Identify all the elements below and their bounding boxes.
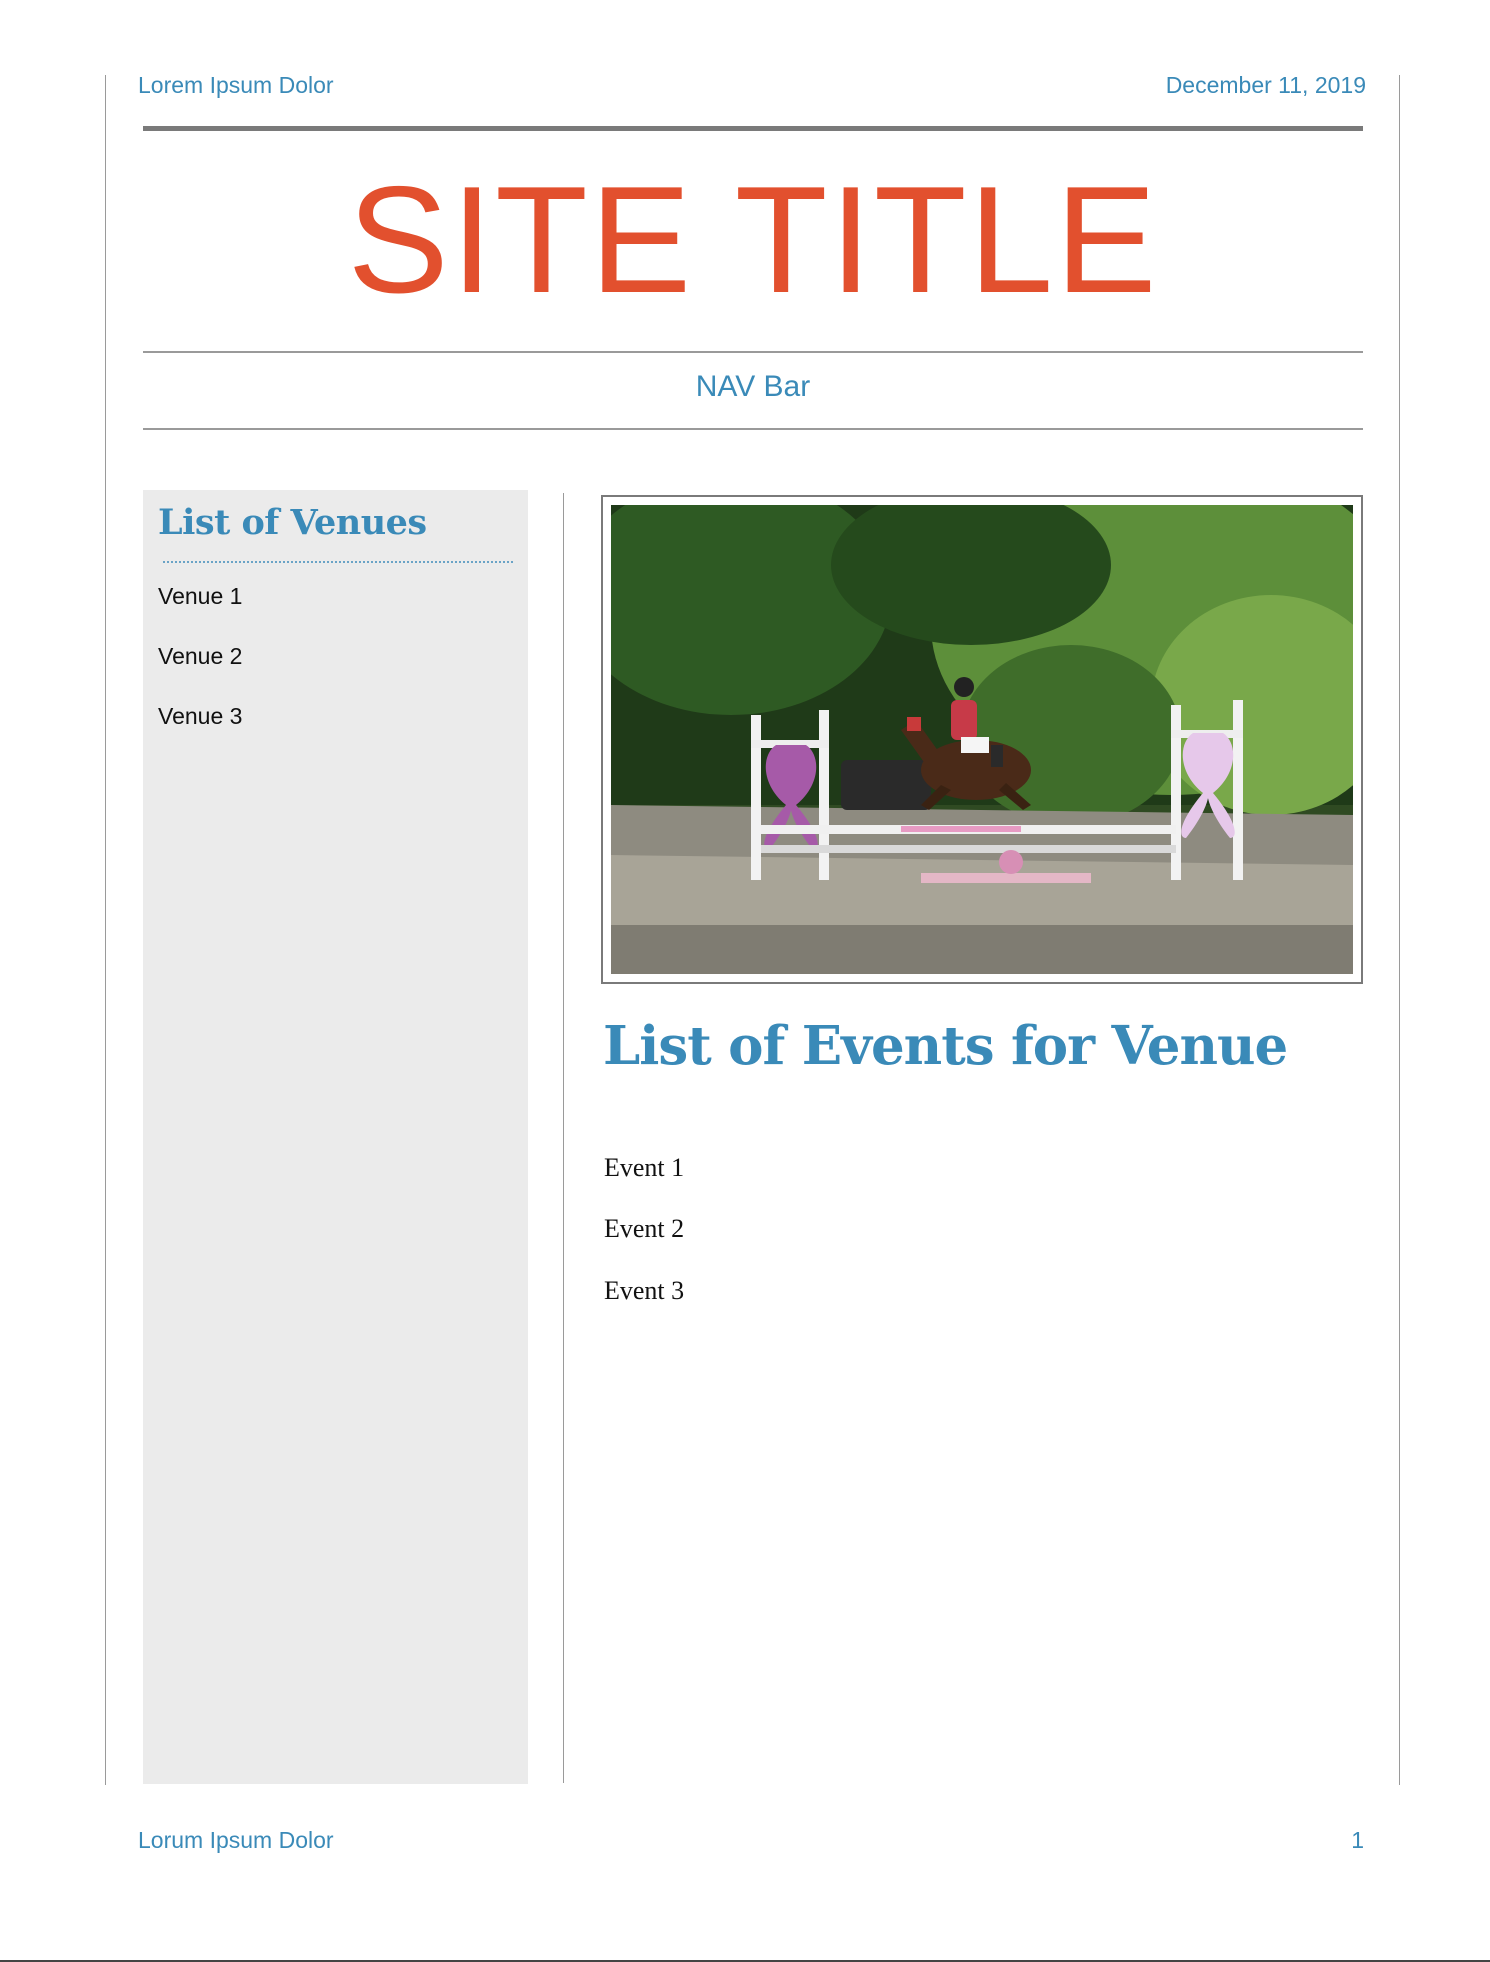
event-item-2[interactable]: Event 2 bbox=[604, 1214, 684, 1244]
photo-frame bbox=[601, 495, 1363, 984]
venue-item-1[interactable]: Venue 1 bbox=[158, 583, 242, 610]
right-margin-line bbox=[1399, 75, 1400, 1785]
events-title: List of Events for Venue bbox=[603, 1015, 1288, 1077]
event-item-1[interactable]: Event 1 bbox=[604, 1153, 684, 1183]
sidebar-divider bbox=[163, 561, 513, 563]
sidebar-title: List of Venues bbox=[158, 502, 427, 543]
horse-jumping-photo bbox=[611, 505, 1353, 974]
venues-sidebar: List of Venues Venue 1 Venue 2 Venue 3 bbox=[143, 490, 528, 1784]
nav-top-rule bbox=[143, 351, 1363, 353]
header-rule bbox=[143, 126, 1363, 131]
header-left-text: Lorem Ipsum Dolor bbox=[138, 72, 334, 98]
header-date: December 11, 2019 bbox=[1165, 72, 1366, 98]
site-title[interactable]: SITE TITLE bbox=[143, 160, 1363, 320]
nav-bottom-rule bbox=[143, 428, 1363, 430]
page-number: 1 bbox=[1351, 1827, 1364, 1853]
nav-bar[interactable]: NAV Bar bbox=[143, 370, 1363, 404]
venue-item-2[interactable]: Venue 2 bbox=[158, 643, 242, 670]
footer-left-text: Lorum Ipsum Dolor bbox=[138, 1827, 334, 1853]
venue-item-3[interactable]: Venue 3 bbox=[158, 703, 242, 730]
column-divider bbox=[563, 493, 564, 1783]
left-margin-line bbox=[105, 75, 106, 1785]
event-item-3[interactable]: Event 3 bbox=[604, 1276, 684, 1306]
